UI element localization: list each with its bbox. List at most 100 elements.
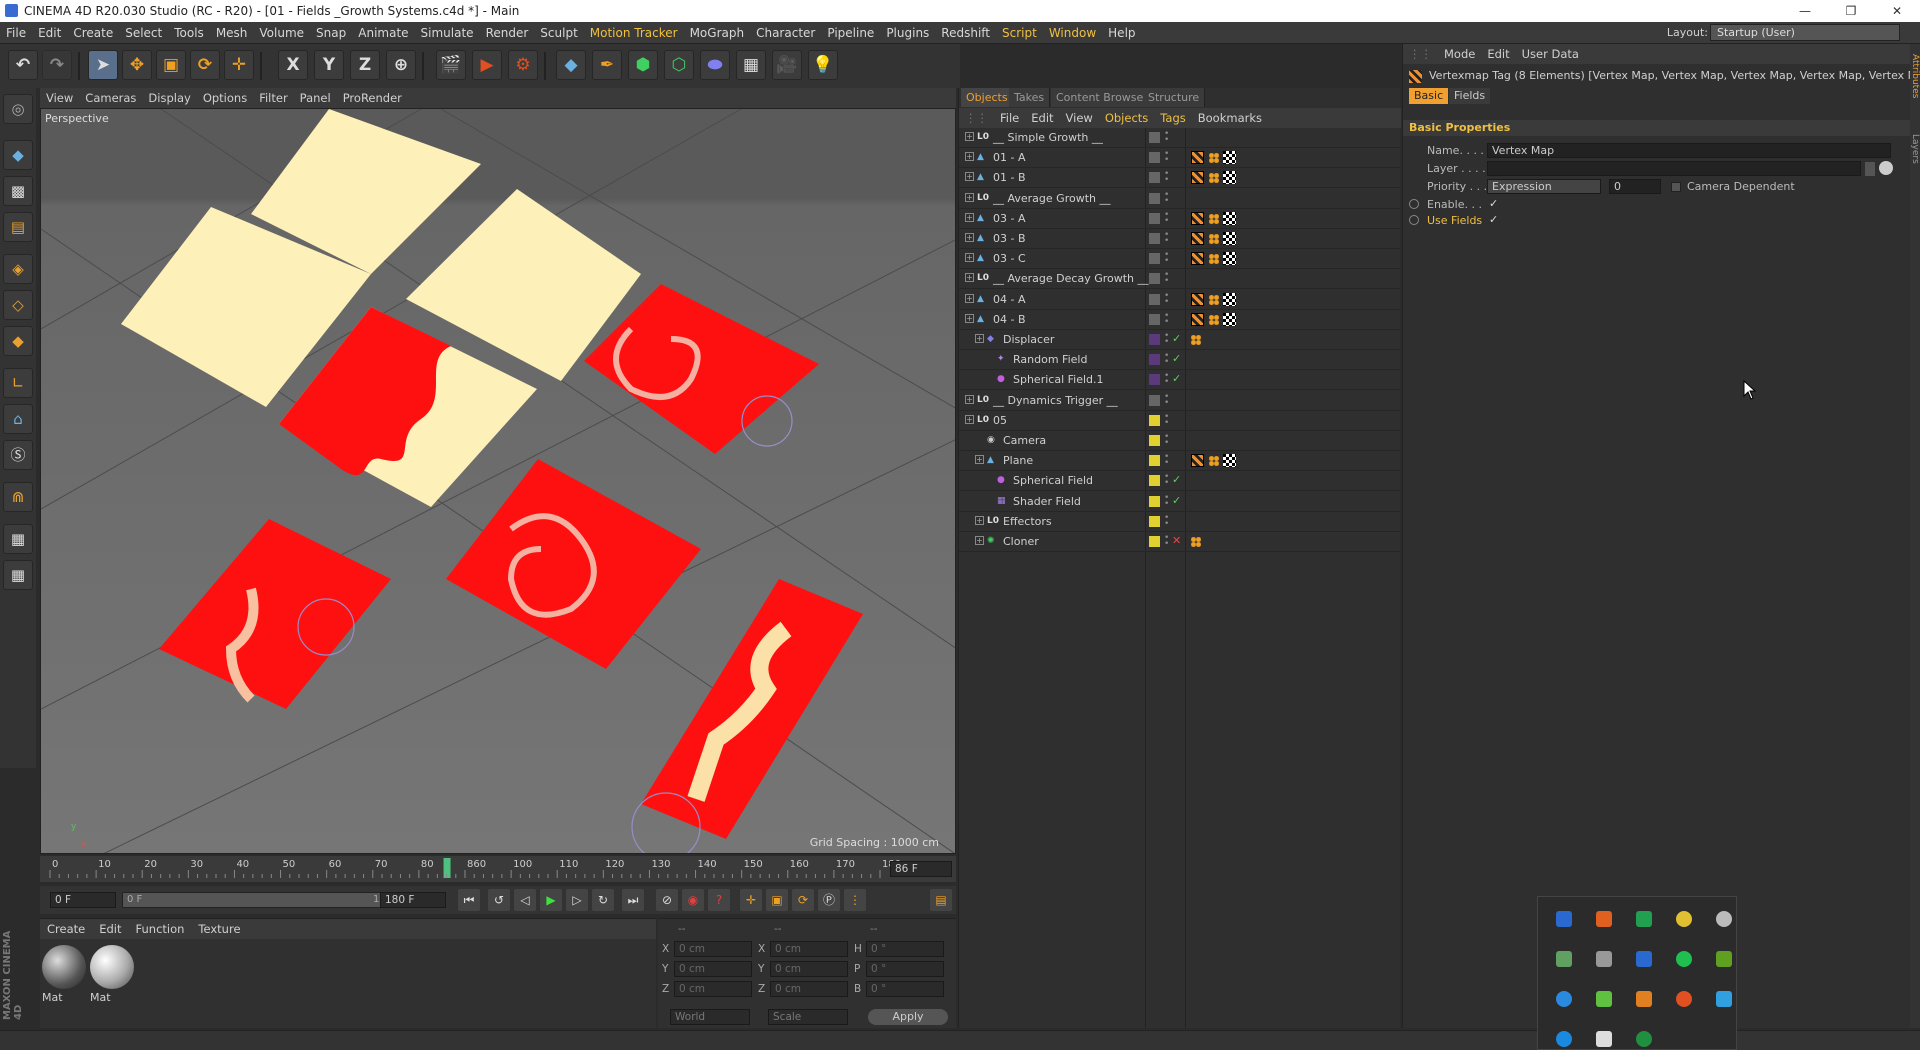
checker-tag-icon[interactable]	[1223, 292, 1236, 306]
checker-tag-icon[interactable]	[1223, 252, 1236, 266]
expand-icon[interactable]: +	[965, 212, 974, 222]
workplane-lock-button[interactable]: ▦	[3, 524, 33, 554]
workplane-mode-button[interactable]: ▤	[3, 212, 33, 242]
enabled-check-icon[interactable]: ✓	[1172, 494, 1181, 507]
layer-color-swatch[interactable]	[1149, 354, 1160, 366]
parameter-key-button[interactable]: Ⓟ	[818, 889, 840, 911]
coord-value-field[interactable]: 0 cm	[674, 961, 752, 977]
expand-icon[interactable]: +	[965, 233, 974, 242]
tab-attributes[interactable]: Attributes	[1910, 54, 1920, 98]
layer-color-swatch[interactable]	[1149, 374, 1160, 386]
object-row[interactable]: ● Spherical Field • • ✓	[959, 471, 1401, 492]
enable-animate-icon[interactable]	[1409, 199, 1419, 209]
visibility-dots[interactable]: • •	[1164, 251, 1169, 266]
vertexmap-tag-icon[interactable]	[1191, 312, 1204, 326]
layer-color-swatch[interactable]	[1149, 536, 1160, 547]
render-settings-button[interactable]: ⚙	[508, 50, 538, 80]
layer-color-swatch[interactable]	[1149, 233, 1160, 244]
quantize-button[interactable]: ▦	[3, 560, 33, 590]
go-to-previous-key-button[interactable]: ↺	[488, 889, 510, 911]
timeline-ruler[interactable]: 0 10 20 30 40 50 60 70 80 860 100 110 120 130 140 150 16…	[40, 856, 956, 882]
layer-color-swatch[interactable]	[1149, 414, 1160, 426]
checker-tag-icon[interactable]	[1223, 232, 1236, 245]
menu-mograph[interactable]: MoGraph	[684, 22, 751, 44]
texture-mode-button[interactable]: ▩	[3, 176, 33, 206]
priority-number-field[interactable]: 0	[1609, 179, 1661, 194]
objects-menu-objects[interactable]: Objects	[1099, 108, 1154, 128]
rotate-tool-button[interactable]: ⟳	[190, 50, 220, 80]
deformer-button[interactable]: ⬬	[700, 50, 730, 80]
apply-button[interactable]: Apply	[868, 1009, 948, 1025]
go-to-end-button[interactable]: ⏭	[622, 889, 644, 911]
material-menu-create[interactable]: Create	[40, 919, 92, 939]
preview-range-slider[interactable]: 0 F 180 F	[122, 892, 412, 908]
tray-sync-icon[interactable]	[1636, 911, 1652, 927]
visibility-dots[interactable]: • •	[1164, 513, 1169, 528]
current-frame-field[interactable]: 86 F	[890, 861, 952, 877]
priority-select[interactable]: Expression	[1487, 179, 1601, 194]
expand-icon[interactable]: +	[965, 132, 974, 141]
menu-window[interactable]: Window	[1043, 22, 1102, 44]
enabled-check-icon[interactable]: ✓	[1172, 332, 1181, 345]
close-button[interactable]: ✕	[1874, 0, 1920, 22]
visibility-dots[interactable]: • •	[1164, 412, 1169, 427]
menu-mesh[interactable]: Mesh	[210, 22, 254, 44]
undo-button[interactable]: ↶	[8, 50, 38, 80]
auto-keying-button[interactable]: ◉	[682, 889, 704, 911]
visibility-dots[interactable]: • •	[1164, 271, 1169, 286]
disabled-cross-icon[interactable]: ✕	[1172, 534, 1181, 547]
layer-color-swatch[interactable]	[1149, 172, 1160, 184]
layer-color-swatch[interactable]	[1149, 293, 1160, 305]
tray-network-icon[interactable]	[1716, 991, 1732, 1007]
point-level-key-button[interactable]: ⋮	[844, 889, 866, 911]
tray-defender-icon[interactable]	[1596, 1031, 1612, 1047]
go-to-next-key-button[interactable]: ↻	[592, 889, 614, 911]
layer-field[interactable]	[1487, 161, 1861, 176]
attr-menu-edit[interactable]: Edit	[1481, 44, 1515, 64]
tray-spotify-icon[interactable]	[1676, 951, 1692, 967]
coord-value-field[interactable]: 0 °	[866, 941, 944, 957]
previous-frame-button[interactable]: ◁	[514, 889, 536, 911]
layer-color-swatch[interactable]	[1149, 394, 1160, 406]
tray-cloud-icon[interactable]	[1716, 911, 1732, 927]
expand-icon[interactable]: +	[975, 536, 984, 545]
expand-icon[interactable]: +	[965, 394, 974, 404]
object-row[interactable]: + L0 __ Average Growth __ • •	[959, 189, 1401, 209]
expand-icon[interactable]: +	[965, 192, 974, 202]
object-row[interactable]: + ◆ Displacer • • ✓	[959, 330, 1401, 350]
expand-icon[interactable]: +	[965, 172, 974, 182]
tray-audio-icon[interactable]	[1596, 911, 1612, 927]
menu-character[interactable]: Character	[750, 22, 821, 44]
object-row[interactable]: + ▲ 01 - A • •	[959, 148, 1401, 169]
subdivision-button[interactable]: ⬢	[628, 50, 658, 80]
visibility-dots[interactable]: • •	[1164, 311, 1169, 326]
visibility-dots[interactable]: • •	[1164, 150, 1169, 165]
expand-icon[interactable]: +	[965, 313, 974, 323]
axis-mode-button[interactable]: ∟	[3, 368, 33, 398]
menu-motion-tracker[interactable]: Motion Tracker	[584, 22, 684, 44]
name-field[interactable]: Vertex Map	[1487, 143, 1891, 158]
layer-color-swatch[interactable]	[1149, 273, 1160, 285]
tray-chrome-icon[interactable]	[1676, 911, 1692, 927]
tab-objects[interactable]: Objects	[961, 88, 1014, 107]
make-editable-button[interactable]: ◎	[3, 94, 33, 124]
checker-tag-icon[interactable]	[1223, 312, 1236, 326]
tray-screenshot-icon[interactable]	[1596, 951, 1612, 967]
coord-value-field[interactable]: 0 °	[866, 981, 944, 997]
phong-tag-icon[interactable]	[1209, 173, 1219, 184]
object-row[interactable]: + ✺ Cloner • • ✕	[959, 532, 1401, 552]
tab-fields[interactable]: Fields	[1449, 88, 1491, 104]
menu-redshift[interactable]: Redshift	[935, 22, 996, 44]
menu-file[interactable]: File	[0, 22, 32, 44]
expand-icon[interactable]: +	[975, 334, 984, 343]
menu-select[interactable]: Select	[119, 22, 168, 44]
expand-icon[interactable]: +	[975, 515, 984, 525]
tab-content-browser[interactable]: Content Browser	[1051, 88, 1154, 107]
viewport-menu-display[interactable]: Display	[142, 88, 196, 108]
checker-tag-icon[interactable]	[1223, 151, 1236, 165]
checker-tag-icon[interactable]	[1223, 454, 1236, 468]
object-row[interactable]: + ▲ 03 - C • •	[959, 249, 1401, 270]
floor-button[interactable]: ▦	[736, 50, 766, 80]
next-frame-button[interactable]: ▷	[566, 889, 588, 911]
layer-color-swatch[interactable]	[1149, 253, 1160, 265]
